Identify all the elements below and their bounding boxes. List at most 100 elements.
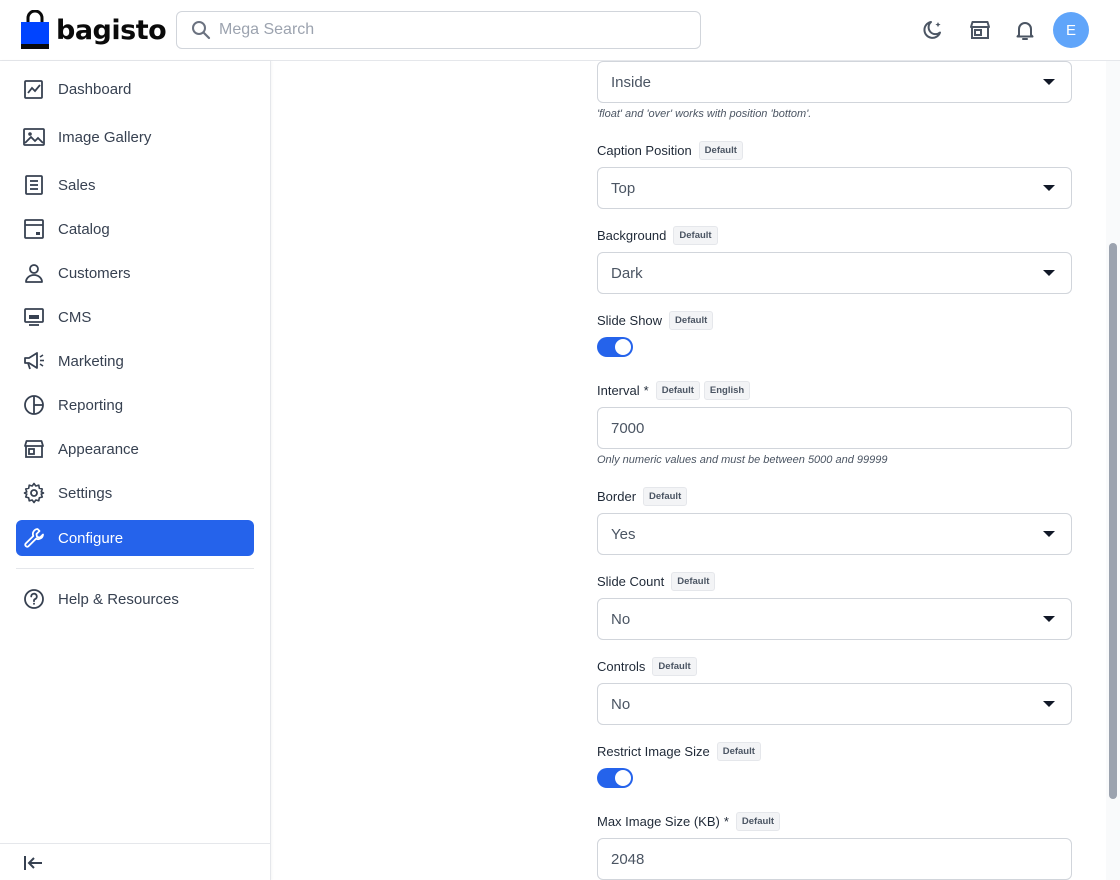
sales-icon (22, 173, 46, 197)
slide-count-select[interactable]: No (597, 598, 1072, 640)
slide-show-toggle[interactable] (597, 337, 633, 357)
collapse-sidebar-icon[interactable] (22, 852, 44, 874)
top-header: bagisto E (0, 0, 1120, 61)
slide-show-label-row: Slide Show Default (597, 311, 714, 330)
caption-position-select[interactable]: Top (597, 167, 1072, 209)
interval-hint: Only numeric values and must be between … (597, 454, 888, 466)
max-image-size-input[interactable]: 2048 (597, 838, 1072, 880)
sidebar-help-label: Help & Resources (58, 590, 179, 608)
sidebar-divider (16, 568, 254, 569)
sidebar-item-label: Image Gallery (58, 128, 152, 146)
dashboard-icon (22, 77, 46, 101)
background-value: Dark (611, 264, 643, 282)
reporting-icon (22, 393, 46, 417)
default-badge: Default (698, 141, 743, 160)
slide-show-label: Slide Show (597, 313, 663, 328)
controls-label-row: Controls Default (597, 657, 697, 676)
slide-count-label: Slide Count (597, 574, 665, 589)
sidebar-item-configure[interactable]: Configure (16, 520, 254, 556)
background-label: Background (597, 228, 667, 243)
chevron-down-icon (1043, 270, 1055, 276)
interval-label-row: Interval * Default English (597, 381, 751, 400)
notification-bell-icon[interactable] (1013, 18, 1037, 42)
logo-text: bagisto (56, 14, 167, 46)
position-select[interactable]: Inside (597, 61, 1072, 103)
sidebar-item-label: Appearance (58, 440, 139, 458)
sidebar-item-marketing[interactable]: Marketing (16, 343, 254, 379)
appearance-icon (22, 437, 46, 461)
slide-count-value: No (611, 610, 631, 628)
sidebar-item-reporting[interactable]: Reporting (16, 387, 254, 423)
default-badge: Default (671, 572, 716, 591)
max-image-size-label-row: Max Image Size (KB) * Default (597, 812, 781, 831)
dark-mode-icon[interactable] (921, 18, 945, 42)
toggle-knob (615, 339, 631, 355)
catalog-icon (22, 217, 46, 241)
search-icon (192, 21, 211, 40)
background-label-row: Background Default (597, 226, 718, 245)
sidebar-item-appearance[interactable]: Appearance (16, 431, 254, 467)
help-icon (22, 587, 46, 611)
default-badge: Default (652, 657, 697, 676)
bagisto-logo[interactable]: bagisto (20, 10, 167, 50)
required-asterisk: * (643, 383, 649, 398)
settings-icon (22, 481, 46, 505)
storefront-icon[interactable] (968, 18, 992, 42)
caption-position-value: Top (611, 179, 636, 197)
search-input[interactable] (219, 21, 679, 39)
sidebar-item-customers[interactable]: Customers (16, 255, 254, 291)
restrict-image-size-label: Restrict Image Size (597, 744, 710, 759)
cms-icon (22, 305, 46, 329)
sidebar-item-label: Sales (58, 176, 96, 194)
image-gallery-icon (22, 125, 46, 149)
sidebar-item-image-gallery[interactable]: Image Gallery (16, 119, 254, 155)
chevron-down-icon (1043, 531, 1055, 537)
border-value: Yes (611, 525, 636, 543)
sidebar-item-cms[interactable]: CMS (16, 299, 254, 335)
sidebar-item-catalog[interactable]: Catalog (16, 211, 254, 247)
sidebar-item-label: Reporting (58, 396, 124, 414)
shopping-bag-icon (21, 10, 49, 49)
interval-input[interactable]: 7000 (597, 407, 1072, 449)
default-badge: Default (643, 487, 688, 506)
sidebar: Dashboard Image Gallery Sales Catalog Cu… (0, 61, 271, 880)
marketing-icon (22, 349, 46, 373)
max-image-size-label: Max Image Size (KB) (597, 814, 720, 829)
background-select[interactable]: Dark (597, 252, 1072, 294)
slide-count-label-row: Slide Count Default (597, 572, 716, 591)
sidebar-item-label: Marketing (58, 352, 124, 370)
scrollbar-thumb[interactable] (1109, 243, 1117, 799)
sidebar-item-label: Configure (58, 529, 124, 547)
max-image-size-value: 2048 (611, 850, 645, 868)
sidebar-footer (0, 843, 270, 880)
sidebar-item-help[interactable]: Help & Resources (16, 581, 254, 617)
required-asterisk: * (723, 814, 729, 829)
restrict-image-size-label-row: Restrict Image Size Default (597, 742, 761, 761)
sidebar-item-sales[interactable]: Sales (16, 167, 254, 203)
position-select-value: Inside (611, 73, 652, 91)
sidebar-item-label: Catalog (58, 220, 110, 238)
sidebar-item-settings[interactable]: Settings (16, 475, 254, 511)
sidebar-item-dashboard[interactable]: Dashboard (16, 71, 254, 107)
default-badge: Default (655, 381, 700, 400)
default-badge: Default (716, 742, 761, 761)
border-select[interactable]: Yes (597, 513, 1072, 555)
caption-position-label-row: Caption Position Default (597, 141, 743, 160)
mega-search-box[interactable] (176, 11, 701, 49)
caption-position-label: Caption Position (597, 143, 692, 158)
sidebar-item-label: Settings (58, 484, 113, 502)
customers-icon (22, 261, 46, 285)
sidebar-item-label: Customers (58, 264, 131, 282)
controls-select[interactable]: No (597, 683, 1072, 725)
chevron-down-icon (1043, 185, 1055, 191)
chevron-down-icon (1043, 701, 1055, 707)
sidebar-item-label: Dashboard (58, 80, 132, 98)
restrict-image-size-toggle[interactable] (597, 768, 633, 788)
position-hint: 'float' and 'over' works with position '… (597, 108, 812, 120)
border-label: Border (597, 489, 637, 504)
toggle-knob (615, 770, 631, 786)
page-scrollbar[interactable] (1106, 61, 1120, 880)
chevron-down-icon (1043, 616, 1055, 622)
user-avatar[interactable]: E (1053, 12, 1089, 48)
avatar-letter: E (1065, 21, 1076, 39)
